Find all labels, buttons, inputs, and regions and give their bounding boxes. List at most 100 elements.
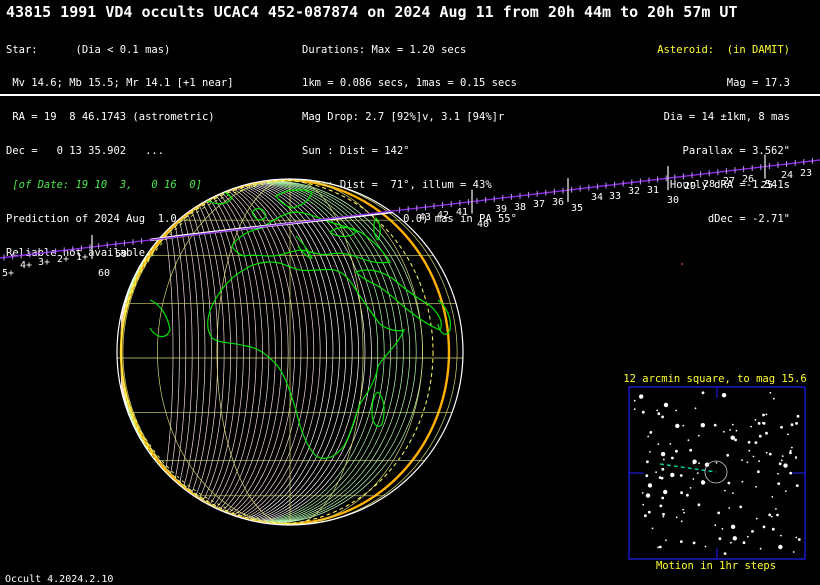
field-star <box>757 470 760 474</box>
field-star <box>644 514 647 518</box>
field-star <box>771 527 775 531</box>
field-star <box>796 414 800 418</box>
field-star <box>663 489 668 495</box>
field-star <box>692 478 695 480</box>
field-star <box>778 544 783 550</box>
field-star <box>795 422 798 425</box>
field-star <box>714 524 717 527</box>
path-minute-label: 31 <box>647 185 659 196</box>
path-minute-label: 3+ <box>38 257 50 268</box>
field-star <box>777 472 779 475</box>
field-star <box>795 536 798 539</box>
field-star <box>675 423 680 429</box>
field-star <box>675 409 678 412</box>
field-star <box>647 483 653 488</box>
field-star <box>657 412 661 416</box>
field-star <box>692 541 696 545</box>
field-star <box>645 474 649 478</box>
field-star <box>724 489 726 492</box>
field-star <box>657 546 659 549</box>
field-star <box>791 446 793 449</box>
field-star <box>680 491 683 495</box>
marker-dot <box>681 263 683 265</box>
path-minute-label: 41 <box>456 207 468 218</box>
field-star <box>789 449 792 452</box>
field-star <box>641 492 644 494</box>
field-star <box>780 534 782 537</box>
path-minute-label: 35 <box>571 203 583 214</box>
field-star <box>713 423 717 427</box>
field-star <box>755 517 758 520</box>
path-minute-label: 40 <box>477 219 489 230</box>
path-minute-label: 23 <box>800 168 812 179</box>
field-star <box>662 515 665 518</box>
field-star <box>658 545 662 549</box>
field-star <box>633 408 636 411</box>
software-version: Occult 4.2024.2.10 <box>5 574 114 585</box>
field-star <box>726 453 730 457</box>
field-star <box>741 459 743 461</box>
path-minute-label: 30 <box>667 195 679 206</box>
field-star <box>747 440 751 444</box>
field-star <box>780 425 783 429</box>
path-minute-label: 26 <box>742 174 754 185</box>
field-star <box>656 409 659 412</box>
field-star <box>715 461 718 464</box>
field-star <box>775 508 777 510</box>
field-star <box>655 471 657 474</box>
path-minute-label: 27 <box>723 176 735 187</box>
field-star <box>683 511 686 514</box>
path-minute-label: 34 <box>591 192 603 203</box>
field-star <box>649 431 653 434</box>
field-star <box>662 512 665 516</box>
field-star <box>732 492 734 494</box>
path-minute-label: 32 <box>628 186 640 197</box>
field-star <box>761 422 764 424</box>
star-chart-inset: 12 arcmin square, to mag 15.6 Motion in … <box>623 373 806 572</box>
path-minute-label: 5+ <box>2 268 14 279</box>
field-star <box>790 423 794 427</box>
path-minute-label: 29 <box>684 181 696 192</box>
field-star <box>663 402 669 408</box>
field-star <box>750 425 752 428</box>
field-star <box>645 493 651 498</box>
field-star <box>657 443 660 445</box>
field-star <box>646 460 649 464</box>
path-minute-label: 2+ <box>57 254 69 265</box>
path-minute-label: 1+ <box>76 252 88 263</box>
field-star <box>757 422 761 425</box>
field-star <box>751 530 754 533</box>
path-minute-label: 4+ <box>20 260 32 271</box>
field-star <box>661 415 664 419</box>
path-minute-label: 24 <box>781 170 793 181</box>
path-minute-label: 37 <box>533 199 545 210</box>
occultation-page: 43815 1991 VD4 occults UCAC4 452-087874 … <box>0 0 820 585</box>
field-star <box>754 441 758 444</box>
field-star <box>642 503 645 506</box>
field-star <box>730 435 735 440</box>
field-star <box>639 394 644 399</box>
field-star <box>697 503 701 507</box>
field-star <box>696 472 699 474</box>
field-star <box>797 538 801 541</box>
star-chart-caption: Motion in 1hr steps <box>656 560 776 572</box>
field-star <box>781 455 784 457</box>
field-star <box>746 461 749 464</box>
field-star <box>661 496 665 500</box>
field-star <box>734 438 737 442</box>
field-star <box>728 507 731 509</box>
field-star <box>682 508 684 511</box>
field-star <box>700 423 705 428</box>
field-star <box>730 541 732 544</box>
field-star <box>675 516 678 519</box>
path-minute-label: 42 <box>437 210 449 221</box>
field-star <box>671 456 674 460</box>
field-star <box>689 448 693 452</box>
field-star <box>741 480 744 483</box>
field-star <box>633 399 636 402</box>
field-star <box>784 490 787 492</box>
field-star <box>694 407 697 410</box>
path-minute-label: 60 <box>98 268 110 279</box>
field-star <box>789 471 793 475</box>
field-star <box>689 487 692 489</box>
